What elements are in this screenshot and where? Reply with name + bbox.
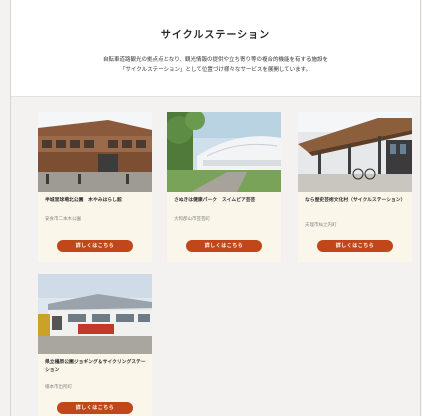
station-name-2: さぬきは健康パーク スイムピア芸芸 — [174, 198, 256, 203]
station-location-1: 安食市二本木公園 — [45, 217, 81, 222]
station-card-1: 半城里球場北公園 木やみはらし館 安食市二本木公園 詳しくはこちら — [38, 112, 152, 262]
station-photo — [38, 274, 152, 354]
page-description: 自転車道路観光の拠点点となり、観光情報の提供や立ち寄り等の複合的機能を有する施設… — [102, 57, 329, 73]
arena-photo — [167, 112, 281, 192]
details-button-2[interactable]: 詳しくはこちら — [186, 240, 262, 252]
page-header: サイクルステーション 自転車道路観光の拠点点となり、観光情報の提供や立ち寄り等の… — [11, 0, 420, 97]
station-name-4: 県立橿原公園ジョギング＆サイクリングステーション — [45, 360, 146, 373]
station-photo-2 — [167, 112, 281, 192]
page-title: サイクルステーション — [160, 30, 271, 41]
building-photo — [38, 112, 152, 192]
canopy-photo — [298, 112, 412, 192]
station-name-1: 半城里球場北公園 木やみはらし館 — [45, 198, 122, 203]
station-photo-4 — [38, 274, 152, 354]
station-card-4: 県立橿原公園ジョギング＆サイクリングステーション 橿本市出所町 詳しくはこちら — [38, 274, 152, 416]
details-button-3[interactable]: 詳しくはこちら — [317, 240, 393, 252]
station-photo-3 — [298, 112, 412, 192]
page-frame: サイクルステーション 自転車道路観光の拠点点となり、観光情報の提供や立ち寄り等の… — [10, 0, 421, 416]
station-location-3: 天理市杣之内町 — [305, 223, 337, 228]
station-name-3: なら歴史芸術文化村（サイクルステーション） — [305, 198, 406, 203]
station-location-2: 大和郡山市芸芸町 — [174, 217, 210, 222]
station-location-4: 橿本市出所町 — [45, 385, 72, 390]
station-card-2: さぬきは健康パーク スイムピア芸芸 大和郡山市芸芸町 詳しくはこちら — [167, 112, 281, 262]
details-button-1[interactable]: 詳しくはこちら — [57, 240, 133, 252]
details-button-4[interactable]: 詳しくはこちら — [57, 402, 133, 414]
station-card-3: なら歴史芸術文化村（サイクルステーション） 天理市杣之内町 詳しくはこちら — [298, 112, 412, 262]
station-photo-1 — [38, 112, 152, 192]
